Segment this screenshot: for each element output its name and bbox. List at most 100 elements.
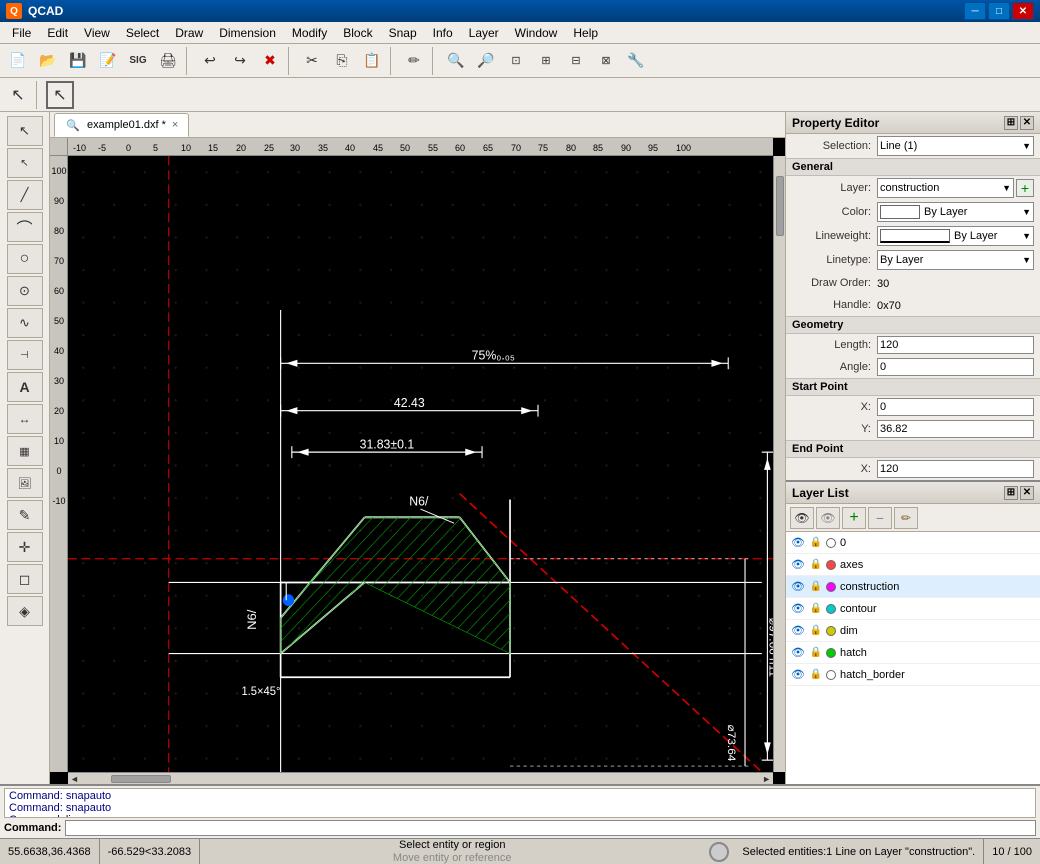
open-button[interactable]: 📂 [34, 47, 62, 75]
menu-file[interactable]: File [4, 24, 39, 42]
tool-ellipse[interactable]: ⊙ [7, 276, 43, 306]
save-as-button[interactable]: 📝 [94, 47, 122, 75]
zoom-prev-button[interactable]: ⊟ [562, 47, 590, 75]
zoom-window-button[interactable]: ⊞ [532, 47, 560, 75]
layer-item-hatch[interactable]: 👁 🔒 hatch [786, 642, 1040, 664]
tool-edit[interactable]: ✎ [7, 500, 43, 530]
delete-button[interactable]: ✖ [256, 47, 284, 75]
save-button[interactable]: 💾 [64, 47, 92, 75]
print-button[interactable]: 🖨 [154, 47, 182, 75]
layer-close-button[interactable]: ✕ [1020, 486, 1034, 500]
drawing-canvas[interactable]: 75%₀.₀₅ 42.43 31.83±0.1 N6/ N [68, 156, 773, 772]
menu-info[interactable]: Info [425, 24, 461, 42]
layer-show-all-button[interactable]: 👁 [790, 507, 814, 529]
layer-item-axes[interactable]: 👁 🔒 axes [786, 554, 1040, 576]
layer-item-dim[interactable]: 👁 🔒 dim [786, 620, 1040, 642]
start-y-input[interactable] [877, 420, 1034, 438]
hscroll-thumb[interactable] [111, 775, 171, 783]
redo-button[interactable]: ↪ [226, 47, 254, 75]
length-input[interactable] [877, 336, 1034, 354]
prop-close-button[interactable]: ✕ [1020, 116, 1034, 130]
tool-circle[interactable]: ○ [7, 244, 43, 274]
layer-add-button[interactable]: + [1016, 179, 1034, 197]
zoom-tools-button[interactable]: 🔧 [622, 47, 650, 75]
menu-modify[interactable]: Modify [284, 24, 335, 42]
close-button[interactable]: ✕ [1012, 2, 1034, 20]
layer-item-0[interactable]: 👁 🔒 0 [786, 532, 1040, 554]
hscroll-right-button[interactable]: ► [760, 774, 773, 784]
zoom-out-button[interactable]: 🔎 [472, 47, 500, 75]
layer-dim-eye-icon[interactable]: 👁 [790, 623, 806, 639]
command-input[interactable] [65, 820, 1036, 836]
tool-dimension[interactable]: ↔ [7, 404, 43, 434]
layer-pin-button[interactable]: ⊞ [1004, 486, 1018, 500]
tool-polyline[interactable]: ⊣ [7, 340, 43, 370]
vscroll-thumb[interactable] [776, 176, 784, 236]
menu-snap[interactable]: Snap [381, 24, 425, 42]
lineweight-select[interactable]: By Layer ▼ [877, 226, 1034, 246]
menu-block[interactable]: Block [335, 24, 380, 42]
canvas-wrapper[interactable]: -10 -5 0 5 10 15 20 25 30 35 40 45 50 55… [50, 138, 785, 784]
tool-image[interactable]: 🖼 [7, 468, 43, 498]
angle-input[interactable] [877, 358, 1034, 376]
tool-move[interactable]: ✛ [7, 532, 43, 562]
sig-button[interactable]: SIG [124, 47, 152, 75]
tool-hatch[interactable]: ▦ [7, 436, 43, 466]
select-mode-button[interactable]: ↖ [46, 81, 74, 109]
layer-edit-button[interactable]: ✏ [894, 507, 918, 529]
start-x-input[interactable] [877, 398, 1034, 416]
horizontal-scrollbar[interactable]: ◄ ► [68, 772, 773, 784]
color-select[interactable]: By Layer ▼ [877, 202, 1034, 222]
cut-button[interactable]: ✂ [298, 47, 326, 75]
layer-hatch-border-eye-icon[interactable]: 👁 [790, 667, 806, 683]
vertical-scrollbar[interactable] [773, 156, 785, 772]
menu-dimension[interactable]: Dimension [211, 24, 284, 42]
end-x-input[interactable] [877, 460, 1034, 478]
linetype-select[interactable]: By Layer ▼ [877, 250, 1034, 270]
menu-edit[interactable]: Edit [39, 24, 76, 42]
layer-item-hatch-border[interactable]: 👁 🔒 hatch_border [786, 664, 1040, 686]
zoom-fit-button[interactable]: ⊡ [502, 47, 530, 75]
layer-construction-eye-icon[interactable]: 👁 [790, 579, 806, 595]
paste-button[interactable]: 📋 [358, 47, 386, 75]
tool-text[interactable]: A [7, 372, 43, 402]
layer-select[interactable]: construction ▼ [877, 178, 1014, 198]
prop-pin-button[interactable]: ⊞ [1004, 116, 1018, 130]
maximize-button[interactable]: □ [988, 2, 1010, 20]
layer-remove-button[interactable]: − [868, 507, 892, 529]
minimize-button[interactable]: ─ [964, 2, 986, 20]
tab-example01[interactable]: 🔍 example01.dxf * × [54, 113, 189, 137]
menu-view[interactable]: View [76, 24, 118, 42]
new-button[interactable]: 📄 [4, 47, 32, 75]
tab-close-button[interactable]: × [172, 119, 178, 131]
menu-draw[interactable]: Draw [167, 24, 211, 42]
selection-select[interactable]: Line (1) ▼ [877, 136, 1034, 156]
layer-0-eye-icon[interactable]: 👁 [790, 535, 806, 551]
zoom-next-button[interactable]: ⊠ [592, 47, 620, 75]
layer-axes-eye-icon[interactable]: 👁 [790, 557, 806, 573]
layer-item-construction[interactable]: 👁 🔒 construction [786, 576, 1040, 598]
menu-help[interactable]: Help [565, 24, 606, 42]
tool-block[interactable]: ◻ [7, 564, 43, 594]
undo-button[interactable]: ↩ [196, 47, 224, 75]
menu-select[interactable]: Select [118, 24, 167, 42]
tool-spline[interactable]: ∿ [7, 308, 43, 338]
menu-layer[interactable]: Layer [461, 24, 507, 42]
tool-line[interactable]: ╱ [7, 180, 43, 210]
tool-select-pointer[interactable]: ↖ [7, 116, 43, 146]
layer-hatch-eye-icon[interactable]: 👁 [790, 645, 806, 661]
copy-button[interactable]: ⎘ [328, 47, 356, 75]
zoom-in-button[interactable]: 🔍 [442, 47, 470, 75]
select-pointer-button[interactable]: ↖ [4, 81, 32, 109]
tool-3d[interactable]: ◈ [7, 596, 43, 626]
menu-window[interactable]: Window [507, 24, 566, 42]
pen-button[interactable]: ✏ [400, 47, 428, 75]
layer-hide-all-button[interactable]: 👁 [816, 507, 840, 529]
tool-select-box[interactable]: ↖ [7, 148, 43, 178]
layer-contour-eye-icon[interactable]: 👁 [790, 601, 806, 617]
layer-add-button[interactable]: + [842, 507, 866, 529]
tool-arc[interactable]: ⌒ [7, 212, 43, 242]
color-swatch [880, 205, 920, 219]
hscroll-left-button[interactable]: ◄ [68, 774, 81, 784]
layer-item-contour[interactable]: 👁 🔒 contour [786, 598, 1040, 620]
